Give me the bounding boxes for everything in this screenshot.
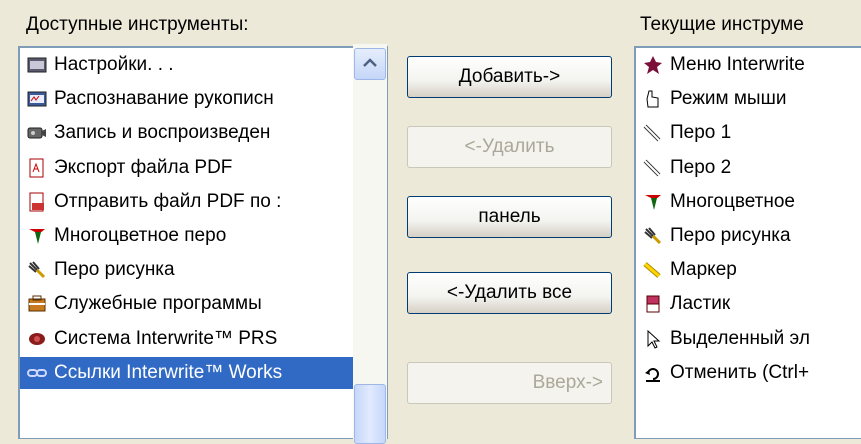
settings-window-icon xyxy=(26,55,48,75)
current-tool-list-item[interactable]: Выделенный эл xyxy=(636,323,861,355)
available-tool-list-item[interactable]: Настройки. . . xyxy=(20,49,353,81)
available-tool-list-item[interactable]: Система Interwrite™ PRS xyxy=(20,323,353,355)
drawing-pen-icon xyxy=(26,260,48,280)
add-button[interactable]: Добавить-> xyxy=(407,56,612,98)
available-tool-list-item-label: Система Interwrite™ PRS xyxy=(54,327,278,349)
multicolor-pen-icon xyxy=(642,192,664,212)
available-tool-list-item-label: Перо рисунка xyxy=(54,259,175,281)
current-tool-list-item[interactable]: Режим мыши xyxy=(636,83,861,115)
current-tool-list-item[interactable]: Перо рисунка xyxy=(636,220,861,252)
available-tool-list-item[interactable]: Запись и воспроизведен xyxy=(20,117,353,149)
available-tool-list-item-label: Запись и воспроизведен xyxy=(54,122,271,144)
utilities-icon xyxy=(26,294,48,314)
pen-2-icon xyxy=(642,158,664,178)
current-tools-label: Текущие инструме xyxy=(640,14,804,35)
available-tool-list-item-label: Многоцветное перо xyxy=(54,225,227,246)
pen-1-icon xyxy=(642,123,664,143)
current-tool-list-item-label: Выделенный эл xyxy=(670,327,810,349)
current-tool-list-item[interactable]: Отменить (Ctrl+ xyxy=(636,357,861,389)
chevron-up-icon xyxy=(363,55,377,73)
prs-system-icon xyxy=(26,329,48,349)
available-tools-scrollbar[interactable] xyxy=(353,44,387,444)
selection-pointer-icon xyxy=(642,329,664,349)
available-tool-list-item-label: Экспорт файла PDF xyxy=(54,156,233,178)
move-up-button[interactable]: Вверх-> xyxy=(407,362,612,404)
marker-icon xyxy=(642,260,664,280)
current-tool-list-item-label: Перо рисунка xyxy=(670,225,791,246)
current-tool-list-item-label: Ластик xyxy=(670,293,731,315)
available-tool-list-item-label: Распознавание рукописн xyxy=(54,88,274,110)
pdf-send-icon xyxy=(26,192,48,212)
current-tool-list-item-label: Перо 2 xyxy=(670,156,732,178)
record-playback-icon xyxy=(26,123,48,143)
remove-all-button[interactable]: <-Удалить все xyxy=(407,272,612,314)
eraser-icon xyxy=(642,294,664,314)
handwriting-recognition-icon xyxy=(26,89,48,109)
remove-button[interactable]: <-Удалить xyxy=(407,126,612,168)
drawing-pen-icon xyxy=(642,226,664,246)
pdf-export-icon xyxy=(26,158,48,178)
scroll-up-button[interactable] xyxy=(354,48,386,80)
current-tools-list[interactable]: Меню Interwrite Режим мыши Перо 1 Перо 2 Мно… xyxy=(634,46,861,439)
available-tool-list-item-label: Отправить файл PDF по : xyxy=(54,190,282,212)
links-icon xyxy=(26,363,48,383)
undo-icon xyxy=(642,363,664,383)
current-tool-list-item-label: Меню Interwrite xyxy=(670,54,805,75)
current-tool-list-item-label: Многоцветное xyxy=(670,190,795,212)
available-tools-label: Доступные инструменты: xyxy=(26,14,249,35)
available-tool-list-item[interactable]: Многоцветное перо xyxy=(20,220,353,252)
available-tool-list-item-label: Ссылки Interwrite™ Works xyxy=(54,361,283,383)
interwrite-menu-icon xyxy=(642,55,664,75)
multicolor-pen-icon xyxy=(26,226,48,246)
current-tool-list-item-label: Режим мыши xyxy=(670,88,787,110)
current-tool-list-item[interactable]: Ластик xyxy=(636,288,861,320)
available-tool-list-item[interactable]: Распознавание рукописн xyxy=(20,83,353,115)
available-tool-list-item[interactable]: Служебные программы xyxy=(20,288,353,320)
available-tool-list-item[interactable]: Ссылки Interwrite™ Works xyxy=(20,356,353,389)
current-tool-list-item-label: Маркер xyxy=(670,259,737,281)
current-tool-list-item[interactable]: Многоцветное xyxy=(636,186,861,218)
current-tool-list-item[interactable]: Перо 2 xyxy=(636,152,861,184)
available-tool-list-item[interactable]: Экспорт файла PDF xyxy=(20,152,353,184)
mouse-mode-icon xyxy=(642,89,664,109)
available-tool-list-item[interactable]: Отправить файл PDF по : xyxy=(20,186,353,218)
scroll-thumb[interactable] xyxy=(354,384,386,444)
current-tool-list-item[interactable]: Меню Interwrite xyxy=(636,49,861,81)
available-tool-list-item[interactable]: Перо рисунка xyxy=(20,254,353,286)
current-tool-list-item-label: Отменить (Ctrl+ xyxy=(670,361,810,383)
available-tool-list-item-label: Настройки. . . xyxy=(54,54,174,75)
add-toolbar-button[interactable]: панель xyxy=(407,196,612,238)
available-tools-list[interactable]: Настройки. . . Распознавание рукописн Запи… xyxy=(18,46,388,439)
available-tool-list-item-label: Служебные программы xyxy=(54,293,262,315)
current-tool-list-item[interactable]: Перо 1 xyxy=(636,117,861,149)
current-tool-list-item-label: Перо 1 xyxy=(670,122,732,144)
current-tool-list-item[interactable]: Маркер xyxy=(636,254,861,286)
